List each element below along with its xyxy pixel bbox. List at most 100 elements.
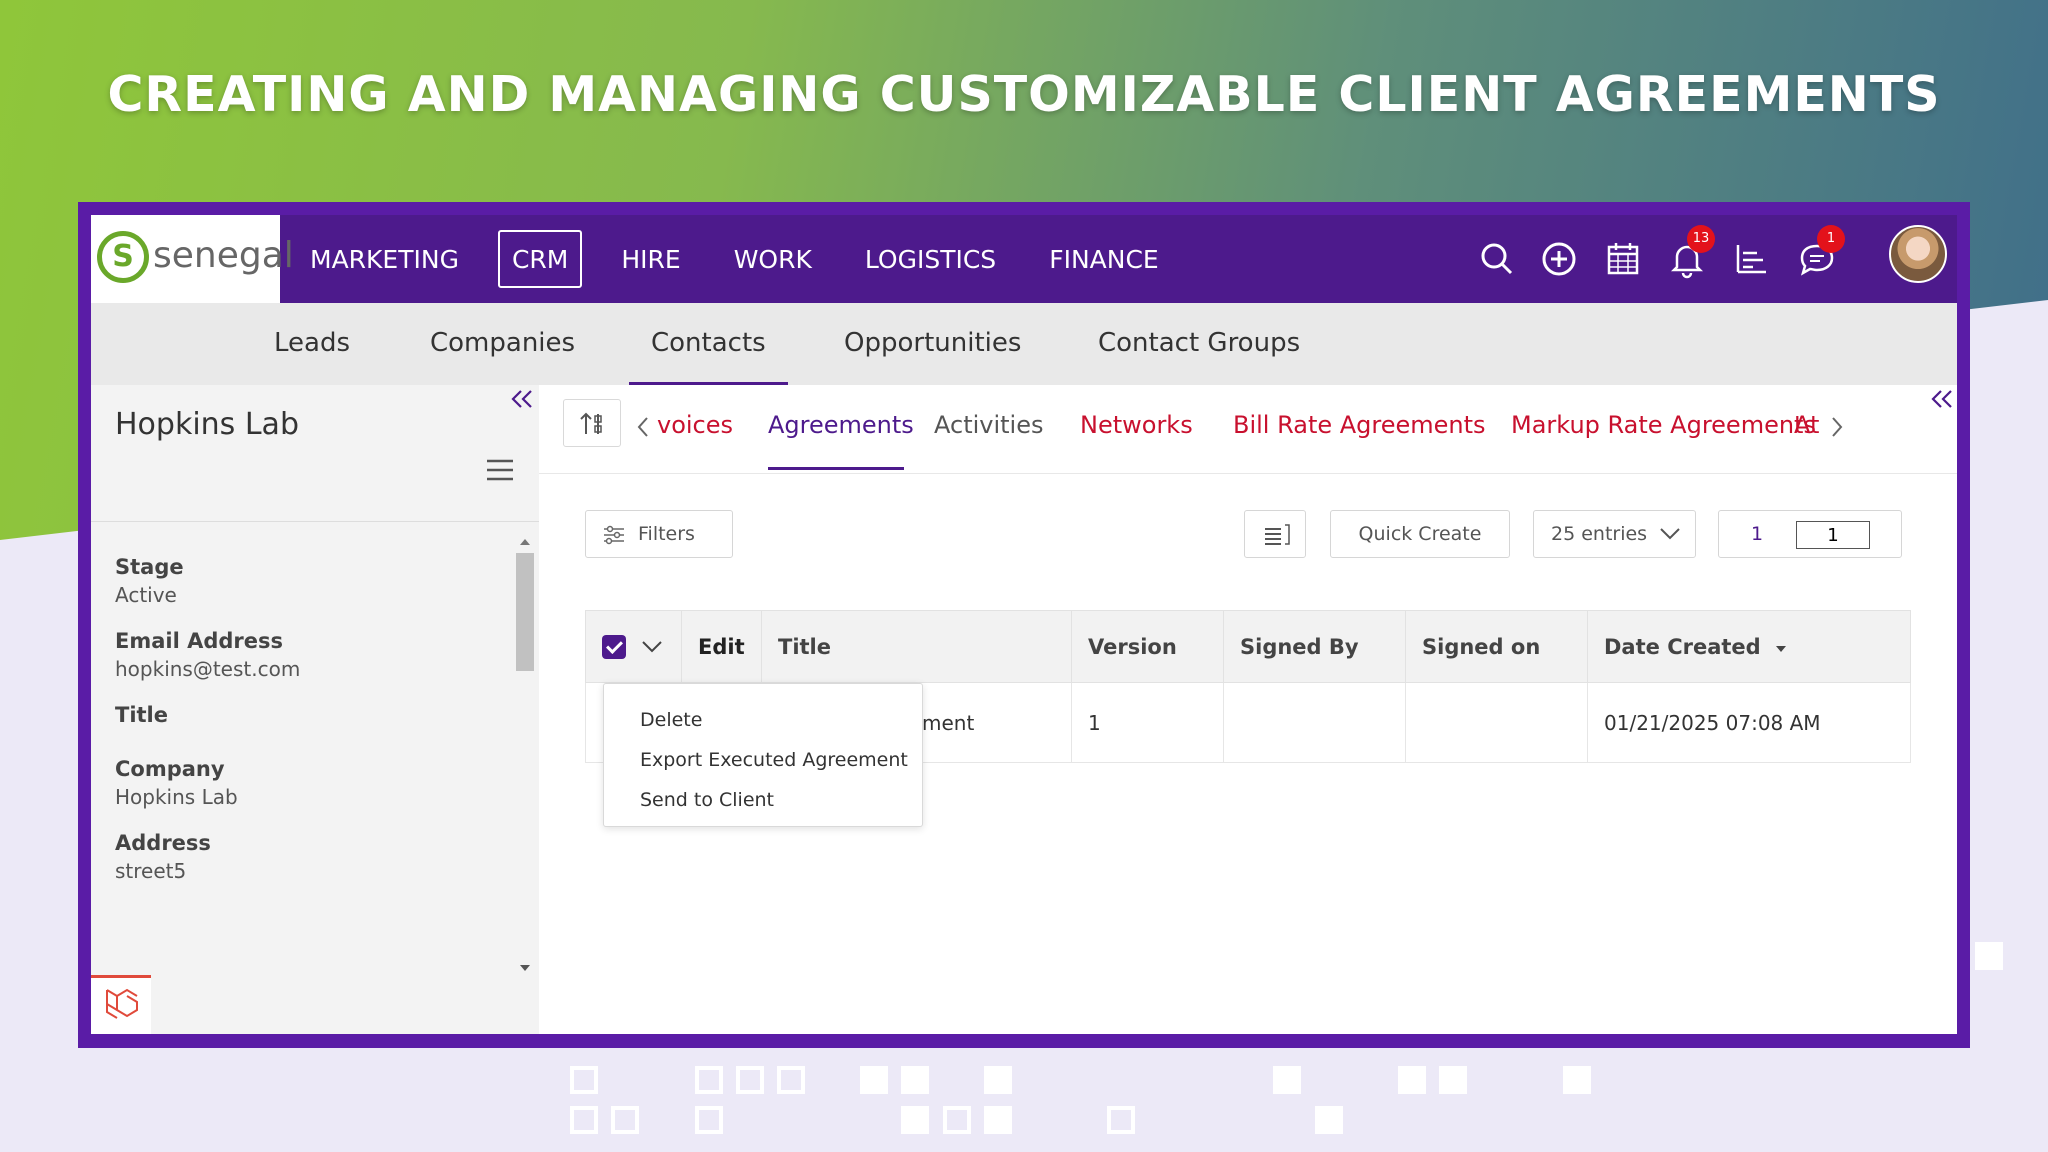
tab-markup-rate-agreements[interactable]: Markup Rate Agreements — [1511, 411, 1816, 439]
menu-item-send-to-client[interactable]: Send to Client — [604, 780, 922, 820]
subnav-opportunities[interactable]: Opportunities — [844, 303, 1021, 385]
subnav-companies[interactable]: Companies — [430, 303, 575, 385]
top-navigation: S senegal MARKETING CRM HIRE WORK LOGIST… — [91, 215, 1957, 303]
deco-square — [1398, 1066, 1426, 1094]
related-tabs: voices Agreements Activities Networks Bi… — [539, 385, 1957, 474]
field-label-stage: Stage — [115, 555, 184, 579]
search-icon[interactable] — [1477, 239, 1517, 279]
tab-bill-rate-agreements[interactable]: Bill Rate Agreements — [1233, 411, 1486, 439]
subnav-contact-groups[interactable]: Contact Groups — [1098, 303, 1300, 385]
deco-square — [901, 1106, 929, 1134]
notification-badge: 13 — [1687, 225, 1715, 253]
bell-icon[interactable]: 13 — [1667, 225, 1715, 279]
tab-networks[interactable]: Networks — [1080, 411, 1193, 439]
nav-logistics[interactable]: LOGISTICS — [851, 230, 1010, 288]
deco-square — [1315, 1106, 1343, 1134]
divider — [539, 473, 1957, 474]
bulk-actions-chevron-icon[interactable] — [641, 640, 663, 654]
deco-square — [736, 1066, 764, 1094]
tab-attachments[interactable]: At — [1794, 411, 1819, 439]
scrollbar-thumb[interactable] — [516, 553, 534, 671]
column-header-title[interactable]: Title — [761, 610, 1072, 683]
scroll-down-arrow-icon[interactable] — [516, 961, 534, 975]
select-column-header[interactable] — [585, 610, 682, 683]
record-fields: Stage Active Email Address hopkins@test.… — [115, 555, 495, 905]
chat-icon[interactable]: 1 — [1797, 225, 1845, 279]
tab-activities[interactable]: Activities — [934, 411, 1044, 439]
tab-invoices[interactable]: voices — [657, 411, 733, 439]
laravel-icon[interactable] — [91, 975, 151, 1034]
logo[interactable]: S senegal — [91, 215, 294, 303]
deco-square — [1273, 1066, 1301, 1094]
subnav-contacts[interactable]: Contacts — [629, 303, 788, 385]
row-signed-by — [1223, 682, 1406, 763]
nav-hire[interactable]: HIRE — [607, 230, 694, 288]
filters-label: Filters — [638, 523, 695, 545]
chevron-down-icon — [1660, 528, 1680, 540]
deco-square — [901, 1066, 929, 1094]
current-page[interactable]: 1 — [1751, 511, 1763, 557]
column-header-signed-by[interactable]: Signed By — [1223, 610, 1406, 683]
entries-per-page-select[interactable]: 25 entries — [1533, 510, 1696, 558]
sort-tabs-button[interactable] — [563, 399, 621, 447]
tab-agreements[interactable]: Agreements — [768, 411, 914, 439]
nav-crm[interactable]: CRM — [497, 230, 583, 288]
message-badge: 1 — [1817, 225, 1845, 253]
crm-subnav: Leads Companies Contacts Opportunities C… — [91, 303, 1957, 385]
tabs-scroll-left-icon[interactable] — [635, 415, 651, 443]
divider — [91, 521, 539, 522]
main-content: voices Agreements Activities Networks Bi… — [539, 385, 1957, 1034]
menu-item-delete[interactable]: Delete — [604, 700, 922, 740]
deco-square — [943, 1106, 971, 1134]
filter-sliders-icon — [604, 525, 624, 545]
user-avatar[interactable] — [1889, 225, 1947, 283]
nav-finance[interactable]: FINANCE — [1035, 230, 1173, 288]
column-header-date-created[interactable]: Date Created — [1587, 610, 1911, 683]
tabs-scroll-right-icon[interactable] — [1829, 415, 1845, 443]
column-header-edit: Edit — [681, 610, 762, 683]
subnav-leads[interactable]: Leads — [274, 303, 350, 385]
field-value-stage: Active — [115, 583, 177, 607]
nav-work[interactable]: WORK — [720, 230, 826, 288]
column-settings-button[interactable] — [1244, 510, 1306, 558]
field-value-address: street5 — [115, 859, 187, 883]
quick-create-button[interactable]: Quick Create — [1330, 510, 1510, 558]
column-header-signed-on[interactable]: Signed on — [1405, 610, 1588, 683]
row-signed-on — [1405, 682, 1588, 763]
page-headline: CREATING AND MANAGING CUSTOMIZABLE CLIEN… — [107, 66, 1941, 123]
field-value-title — [115, 731, 495, 735]
column-header-date-created-label: Date Created — [1604, 634, 1761, 659]
deco-square — [1107, 1106, 1135, 1134]
menu-item-export-executed-agreement[interactable]: Export Executed Agreement — [604, 740, 922, 780]
logo-text: senegal — [153, 235, 294, 276]
sort-desc-icon — [1776, 645, 1787, 652]
deco-square — [611, 1106, 639, 1134]
filters-button[interactable]: Filters — [585, 510, 733, 558]
app-screen: S senegal MARKETING CRM HIRE WORK LOGIST… — [91, 215, 1957, 1034]
chart-icon[interactable] — [1731, 239, 1771, 279]
table-header-row: Edit Title Version Signed By Signed on D… — [585, 610, 1911, 683]
sidebar-scrollbar[interactable] — [516, 535, 534, 975]
field-label-title: Title — [115, 703, 169, 727]
deco-square — [860, 1066, 888, 1094]
row-date-created: 01/21/2025 07:08 AM — [1587, 682, 1911, 763]
add-circle-icon[interactable] — [1539, 239, 1579, 279]
deco-square — [777, 1066, 805, 1094]
field-value-email: hopkins@test.com — [115, 657, 301, 681]
scroll-up-arrow-icon[interactable] — [516, 535, 534, 549]
hamburger-menu-icon[interactable] — [487, 459, 513, 481]
field-label-address: Address — [115, 831, 211, 855]
deco-square — [570, 1066, 598, 1094]
nav-marketing[interactable]: MARKETING — [296, 230, 473, 288]
deco-square — [1439, 1066, 1467, 1094]
nav-icons: 13 1 — [1477, 215, 1957, 303]
collapse-right-icon[interactable] — [1927, 385, 1957, 415]
app-window-frame: S senegal MARKETING CRM HIRE WORK LOGIST… — [78, 202, 1970, 1048]
page-number-input[interactable] — [1796, 521, 1870, 549]
field-value-company: Hopkins Lab — [115, 785, 238, 809]
calendar-icon[interactable] — [1603, 239, 1643, 279]
select-all-checkbox[interactable] — [602, 635, 626, 659]
collapse-left-icon[interactable] — [507, 385, 537, 415]
column-header-version[interactable]: Version — [1071, 610, 1224, 683]
deco-square — [695, 1066, 723, 1094]
